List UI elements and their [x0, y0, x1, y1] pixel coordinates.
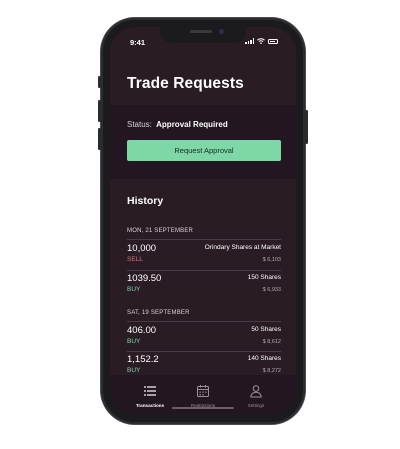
transaction-value: $ 8,272	[262, 368, 281, 374]
transaction-amount: 1,152.2	[127, 354, 159, 365]
tab-transactions[interactable]: Transactions	[122, 375, 178, 415]
list-icon	[144, 386, 156, 396]
tab-label: Settings	[247, 403, 265, 408]
notch	[160, 27, 246, 43]
person-icon	[250, 385, 262, 398]
transaction-side: BUY	[127, 338, 141, 345]
cellular-signal-icon	[245, 38, 254, 44]
silent-switch	[98, 76, 101, 88]
tab-label: Transactions	[135, 403, 165, 408]
transaction-row[interactable]: 10,000 SELL Orindary Shares at Market $ …	[127, 243, 281, 269]
tab-restrictions[interactable]: Restrictions	[175, 375, 231, 415]
transaction-row[interactable]: 1039.50 BUY 150 Shares $ 6,933	[127, 273, 281, 299]
volume-up-button	[98, 100, 101, 122]
front-camera	[219, 29, 224, 34]
calendar-icon	[197, 385, 209, 397]
divider	[127, 321, 281, 322]
approval-status: Status: Approval Required	[127, 120, 228, 129]
status-time: 9:41	[130, 38, 146, 47]
tab-bar: Transactions Restrictions Settings	[110, 375, 296, 415]
transaction-row[interactable]: 406.00 BUY 50 Shares $ 8,612	[127, 325, 281, 351]
phone-frame: 9:41 Trade Requests Status: Approval Req…	[98, 18, 308, 424]
app-screen: 9:41 Trade Requests Status: Approval Req…	[110, 27, 296, 415]
transaction-side: BUY	[127, 286, 141, 293]
transaction-description: Orindary Shares at Market	[204, 244, 281, 251]
home-indicator	[172, 407, 234, 409]
status-label: Status:	[127, 120, 152, 129]
transaction-amount: 406.00	[127, 325, 157, 336]
status-icons	[245, 38, 278, 44]
date-header: MON, 21 SEPTEMBER	[127, 228, 194, 234]
divider	[127, 270, 281, 271]
volume-down-button	[98, 128, 101, 150]
status-value: Approval Required	[156, 120, 228, 129]
history-title: History	[127, 195, 164, 207]
speaker-grille	[190, 30, 212, 33]
transaction-amount: 10,000	[127, 243, 157, 254]
power-button	[305, 110, 308, 144]
wifi-icon	[257, 38, 265, 44]
page-title: Trade Requests	[127, 75, 244, 92]
transaction-value: $ 6,933	[262, 287, 281, 293]
transaction-value: $ 8,612	[262, 339, 281, 345]
divider	[127, 239, 281, 240]
transaction-amount: 1039.50	[127, 273, 162, 284]
transaction-description: 150 Shares	[247, 274, 281, 281]
transaction-side: SELL	[127, 256, 143, 263]
divider	[127, 351, 281, 352]
battery-icon	[268, 39, 278, 44]
date-header: SAT, 19 SEPTEMBER	[127, 310, 190, 316]
transaction-value: $ 6,103	[262, 257, 281, 263]
approval-status-section: Status: Approval Required Request Approv…	[110, 105, 296, 179]
tab-settings[interactable]: Settings	[228, 375, 284, 415]
request-approval-button[interactable]: Request Approval	[127, 140, 281, 161]
transaction-description: 50 Shares	[251, 326, 281, 333]
transaction-description: 140 Shares	[247, 355, 281, 362]
transaction-side: BUY	[127, 367, 141, 374]
